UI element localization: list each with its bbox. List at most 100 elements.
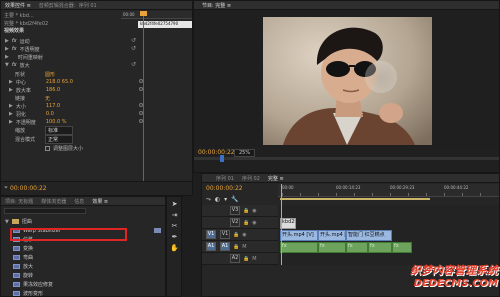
effect-playhead[interactable] xyxy=(143,11,144,195)
mute-icon[interactable]: M xyxy=(242,244,246,250)
param-value[interactable]: 无 xyxy=(45,95,50,102)
param-value[interactable]: 100.0 % xyxy=(46,119,67,125)
effect-row-opacity[interactable]: ▶ fx 不透明度 xyxy=(5,45,40,53)
filter-icon[interactable]: ⏷ xyxy=(4,185,8,191)
work-area-bar[interactable] xyxy=(280,198,430,200)
effect-row-magnify[interactable]: ▼ fx 放大 xyxy=(5,61,30,69)
effect-row-motion[interactable]: ▶ fx 运动 xyxy=(5,37,30,45)
param-value[interactable]: 0.0 xyxy=(46,111,54,117)
tab-sequence-02[interactable]: 序列 02 xyxy=(238,175,264,182)
razor-tool-icon[interactable]: ✂ xyxy=(170,222,179,231)
program-timecode[interactable]: 00:00:00:22 xyxy=(198,149,235,156)
effect-controls-ruler[interactable]: 00:00 xyxy=(121,11,192,19)
settings-wrench-icon[interactable]: 🔧 xyxy=(231,196,238,204)
clip-a1-4[interactable]: fx xyxy=(368,242,392,253)
tab-effects[interactable]: 效果 ≡ xyxy=(88,198,112,205)
keyframe-icon[interactable] xyxy=(139,119,143,123)
effect-clip-bar[interactable]: kbd2f4fe02754790 xyxy=(138,21,192,28)
list-item[interactable]: 旋转 xyxy=(1,271,165,280)
clip-v1-3[interactable]: 智能门 红豆糕点 xyxy=(346,230,392,241)
lock-icon[interactable]: 🔒 xyxy=(243,208,249,214)
list-item[interactable]: 变换 xyxy=(1,244,165,253)
expand-arrow-icon[interactable]: ▶ xyxy=(9,103,13,109)
track-name[interactable]: V3 xyxy=(230,206,240,215)
track-target[interactable] xyxy=(206,218,216,227)
track-name[interactable]: A1 xyxy=(220,242,230,251)
timeline-ruler[interactable]: 00:00 00:00:14:23 00:00:29:23 00:00:44:2… xyxy=(278,184,499,197)
list-item-distort-folder[interactable]: ▼ 扭曲 xyxy=(1,217,165,226)
param-value[interactable]: 186.0 xyxy=(46,87,60,93)
fx-icon[interactable]: fx xyxy=(12,46,17,52)
clip-a1-1[interactable]: fx xyxy=(280,242,318,253)
tab-info[interactable]: 信息 xyxy=(70,198,88,205)
clip-a1-3[interactable]: fx xyxy=(346,242,368,253)
fx-icon[interactable]: fx xyxy=(12,62,17,68)
snap-icon[interactable]: ⤳ xyxy=(206,196,211,204)
effect-playhead-handle[interactable] xyxy=(140,11,147,16)
track-target[interactable]: A1 xyxy=(206,242,216,251)
expand-arrow-icon[interactable]: ▶ xyxy=(9,119,13,125)
param-value[interactable]: 218.0 65.0 xyxy=(46,79,73,85)
track-select-tool-icon[interactable]: ⇥ xyxy=(170,211,179,220)
reset-icon[interactable]: ↺ xyxy=(131,61,136,68)
timeline-playhead[interactable] xyxy=(281,184,282,265)
tab-full[interactable]: 完整 ≡ xyxy=(264,175,288,182)
expand-arrow-icon[interactable]: ▶ xyxy=(9,87,13,93)
keyframe-icon[interactable] xyxy=(139,87,143,91)
scaling-dropdown[interactable]: 标准 xyxy=(45,125,74,135)
lock-icon[interactable]: 🔒 xyxy=(243,256,249,262)
reset-icon[interactable]: ↺ xyxy=(131,37,136,44)
program-video-frame[interactable] xyxy=(263,17,432,145)
keyframe-icon[interactable] xyxy=(139,79,143,83)
track-name[interactable]: V2 xyxy=(230,218,240,227)
tab-project[interactable]: 项目: 无标题 xyxy=(1,198,37,205)
eye-icon[interactable]: ◉ xyxy=(252,220,256,226)
add-marker-icon[interactable]: ▾ xyxy=(224,196,227,204)
collapse-arrow-icon[interactable]: ▼ xyxy=(5,62,9,68)
linked-select-icon[interactable]: ◐ xyxy=(215,196,220,204)
track-name[interactable]: A2 xyxy=(230,254,240,263)
timeline-timecode[interactable]: 00:00:00:22 xyxy=(206,185,243,192)
zoom-dropdown[interactable]: 25% xyxy=(234,149,256,157)
mute-icon[interactable]: M xyxy=(252,256,256,262)
list-item[interactable]: 波形变形 xyxy=(1,289,165,296)
eye-icon[interactable]: ◉ xyxy=(252,208,256,214)
expand-arrow-icon[interactable]: ▶ xyxy=(9,111,13,117)
eye-icon[interactable]: ◉ xyxy=(242,232,246,238)
list-item[interactable]: 果冻效应修复 xyxy=(1,280,165,289)
track-target[interactable] xyxy=(206,206,216,215)
expand-arrow-icon[interactable]: ▶ xyxy=(9,79,13,85)
list-item-magnify[interactable]: 放大 xyxy=(1,262,165,271)
blend-mode-dropdown[interactable]: 正常 xyxy=(45,134,74,144)
clip-v1-2[interactable]: 开头.mp4 [V] xyxy=(318,230,346,241)
list-item[interactable]: 弯曲 xyxy=(1,253,165,262)
clip-a1-2[interactable]: fx xyxy=(318,242,346,253)
program-scrubber[interactable] xyxy=(194,155,499,162)
lock-icon[interactable]: 🔒 xyxy=(233,232,239,238)
selection-tool-icon[interactable]: ➤ xyxy=(170,200,179,209)
tab-audio-clip-mixer[interactable]: 音频剪辑混合器：序列 01 xyxy=(35,2,101,9)
tab-effect-controls[interactable]: 效果控件 ≡ xyxy=(1,2,35,9)
track-name[interactable]: V1 xyxy=(220,230,230,239)
fx-icon[interactable]: fx xyxy=(12,38,17,44)
clip-v2[interactable]: kbd2f4 xyxy=(280,218,296,229)
effect-timecode[interactable]: 00:00:00:22 xyxy=(10,185,47,192)
effects-search-input[interactable] xyxy=(4,208,86,214)
expand-arrow-icon[interactable]: ▶ xyxy=(5,38,9,44)
param-value[interactable]: 圆形 xyxy=(45,71,55,78)
param-value[interactable]: 117.0 xyxy=(46,103,60,109)
pen-tool-icon[interactable]: ✒ xyxy=(170,233,179,242)
collapse-arrow-icon[interactable]: ▼ xyxy=(5,219,9,225)
playhead-marker[interactable] xyxy=(220,155,224,162)
clip-a1-5[interactable]: fx xyxy=(392,242,412,253)
resize-layer-checkbox[interactable] xyxy=(45,145,50,151)
lock-icon[interactable]: 🔒 xyxy=(233,244,239,250)
tab-media-browser[interactable]: 媒体浏览器 xyxy=(37,198,70,205)
effect-row-time-remap[interactable]: ▶ 时间重映射 xyxy=(5,53,43,61)
expand-arrow-icon[interactable]: ▶ xyxy=(5,54,9,60)
clip-v1-1[interactable]: 开头.mp4 [V] xyxy=(280,230,318,241)
keyframe-icon[interactable] xyxy=(139,111,143,115)
track-target[interactable]: V1 xyxy=(206,230,216,239)
hand-tool-icon[interactable]: ✋ xyxy=(170,244,179,253)
expand-arrow-icon[interactable]: ▶ xyxy=(5,46,9,52)
